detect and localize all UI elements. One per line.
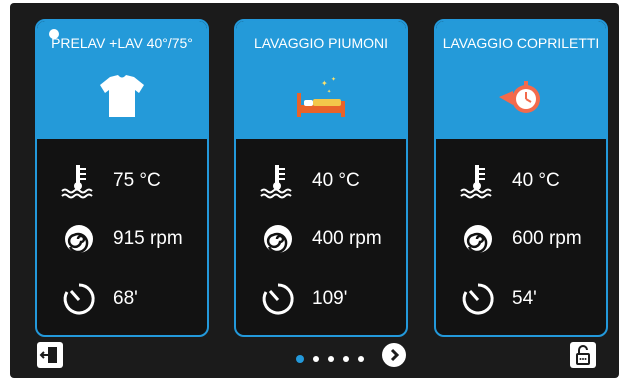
page-dot[interactable] [328, 356, 334, 362]
time-value: 54' [512, 288, 537, 309]
unlock-icon [576, 345, 590, 365]
time-value: 109' [312, 288, 348, 309]
timer-icon [462, 283, 494, 315]
spin-icon [65, 225, 93, 254]
temperature-value: 40 °C [512, 170, 560, 191]
card-title: LAVAGGIO COPRILETTI [442, 35, 600, 51]
exit-door-icon [39, 347, 57, 363]
temperature-value: 40 °C [312, 170, 360, 191]
temperature-value: 75 °C [113, 170, 161, 191]
time-row: 54' [436, 279, 606, 319]
spin-row: 400 rpm [236, 219, 406, 259]
screen: PRELAV +LAV 40°/75° 75 °C 915 rpm 68' LA… [10, 3, 619, 378]
water-temperature-icon [61, 165, 93, 199]
temperature-row: 40 °C [436, 161, 606, 201]
card-title: PRELAV +LAV 40°/75° [51, 35, 193, 51]
time-value: 68' [113, 288, 138, 309]
page-dot-active[interactable] [296, 355, 304, 363]
program-card-copriletti[interactable]: LAVAGGIO COPRILETTI 40 °C 600 rpm 54' [434, 19, 608, 337]
next-page-button[interactable] [382, 343, 406, 367]
spin-value: 400 rpm [312, 228, 382, 249]
spin-value: 915 rpm [113, 228, 183, 249]
prewash-indicator-icon [49, 29, 59, 39]
tshirt-icon [100, 75, 144, 117]
water-temperature-icon [460, 165, 492, 199]
program-card-piumoni[interactable]: LAVAGGIO PIUMONI ✦ ✦ ✦ 40 °C 400 rpm 109… [234, 19, 408, 337]
card-title: LAVAGGIO PIUMONI [253, 35, 389, 51]
page-dot[interactable] [343, 356, 349, 362]
exit-button[interactable] [37, 342, 63, 368]
lock-button[interactable] [570, 342, 596, 368]
card-header: LAVAGGIO COPRILETTI [436, 21, 606, 139]
card-header: PRELAV +LAV 40°/75° [37, 21, 207, 139]
chevron-right-icon [390, 348, 400, 362]
temperature-row: 40 °C [236, 161, 406, 201]
svg-text:✦: ✦ [327, 89, 331, 95]
bed-icon: ✦ ✦ ✦ [297, 76, 345, 117]
fast-timer-icon [499, 81, 540, 113]
svg-text:✦: ✦ [321, 79, 328, 88]
spin-row: 600 rpm [436, 219, 606, 259]
page-dot[interactable] [313, 356, 319, 362]
spin-value: 600 rpm [512, 228, 582, 249]
timer-icon [262, 283, 294, 315]
page-dot[interactable] [358, 356, 364, 362]
time-row: 68' [37, 279, 207, 319]
water-temperature-icon [260, 165, 292, 199]
time-row: 109' [236, 279, 406, 319]
program-card-prelav[interactable]: PRELAV +LAV 40°/75° 75 °C 915 rpm 68' [35, 19, 209, 337]
timer-icon [63, 283, 95, 315]
temperature-row: 75 °C [37, 161, 207, 201]
spin-row: 915 rpm [37, 219, 207, 259]
spin-icon [464, 225, 492, 254]
card-header: LAVAGGIO PIUMONI ✦ ✦ ✦ [236, 21, 406, 139]
spin-icon [264, 225, 292, 254]
svg-text:✦: ✦ [331, 76, 336, 83]
